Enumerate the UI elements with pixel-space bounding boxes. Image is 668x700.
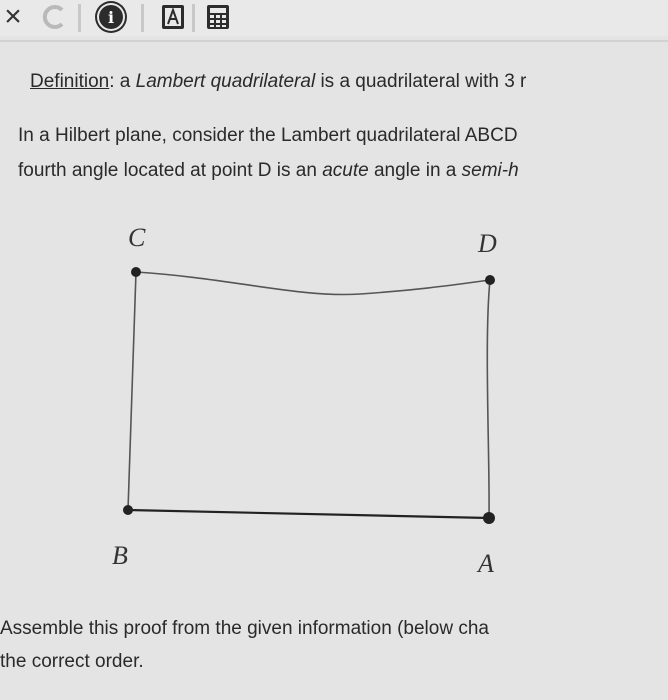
definition-colon: : a [109,71,136,92]
label-D: D [477,229,497,258]
side-DA [486,279,491,519]
label-C: C [128,223,146,252]
definition-term: Lambert quadrilateral [135,71,316,92]
semi-term: semi-h [461,160,519,181]
label-B: B [112,541,128,570]
point-D [485,275,495,285]
definition-rest: is a quadrilateral with 3 r [315,71,527,92]
point-A [483,512,495,524]
close-icon[interactable]: × [0,2,26,32]
point-B [123,505,133,515]
problem-line-1: In a Hilbert plane, consider the Lambert… [18,125,518,146]
toolbar: × i [0,0,668,36]
definition-line: Definition: a Lambert quadrilateral is a… [30,71,526,93]
toolbar-divider [192,4,195,32]
refresh-icon-glyph [42,5,64,29]
text-icon-glyph [162,5,184,29]
definition-label: Definition [30,71,110,92]
side-CB [127,271,137,511]
calculator-icon-glyph [207,5,229,29]
lambert-quadrilateral-diagram: C D B A [112,223,497,578]
side-BA [127,508,490,520]
text-icon[interactable] [160,4,186,30]
point-C [131,267,141,277]
instruction-line-2: the correct order. [0,651,144,672]
side-CD [135,271,491,296]
toolbar-divider [141,4,144,32]
info-icon[interactable]: i [95,4,127,30]
info-icon-circle: i [99,5,123,29]
label-A: A [476,549,494,578]
problem-line-2: fourth angle located at point D is an ac… [18,160,519,182]
problem-text-b: angle in a [368,160,462,181]
calculator-icon[interactable] [205,4,231,30]
toolbar-divider [78,4,81,32]
content-divider [0,40,668,42]
problem-text-a: fourth angle located at point D is an [18,160,323,181]
refresh-icon[interactable] [36,4,72,30]
acute-term: acute [322,160,369,181]
instruction-line-1: Assemble this proof from the given infor… [0,618,489,639]
